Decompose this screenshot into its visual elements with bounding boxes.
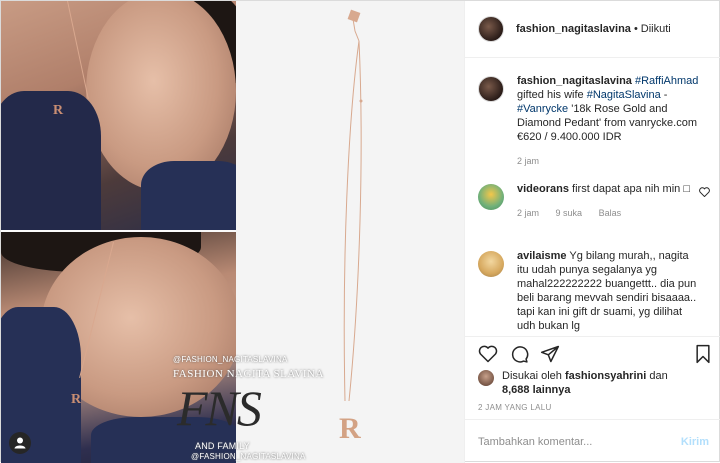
product-image: R xyxy=(236,1,464,463)
hashtag-link[interactable]: #NagitaSlavina xyxy=(587,89,661,101)
comment: avilaisme Yg bilang murah,, nagita itu u… xyxy=(478,249,710,333)
likes-and: dan xyxy=(649,370,668,382)
watermark-logo: FNS xyxy=(177,380,262,436)
bookmark-icon[interactable] xyxy=(693,344,713,364)
likes-summary: Disukai oleh fashionsyahrini dan 8,688 l… xyxy=(478,369,668,397)
post-timestamp[interactable]: 2 JAM YANG LALU xyxy=(478,403,552,412)
likes-prefix: Disukai oleh xyxy=(502,370,562,382)
heart-icon[interactable] xyxy=(699,187,710,200)
comment-username[interactable]: avilaisme xyxy=(517,250,567,262)
action-bar xyxy=(465,336,720,370)
comment-time: 2 jam xyxy=(517,208,540,218)
caption-sep: - xyxy=(663,89,668,101)
pendant-letter-small: R xyxy=(53,103,64,118)
caption-username[interactable]: fashion_nagitaslavina xyxy=(517,75,632,87)
comment-input[interactable] xyxy=(478,435,681,448)
send-button[interactable]: Kirim xyxy=(681,436,709,448)
hashtag-link[interactable]: #Vanrycke xyxy=(517,103,568,115)
pendant-letter: R xyxy=(339,412,361,445)
caption: fashion_nagitaslavina #RaffiAhmad gifted… xyxy=(478,74,710,168)
avatar[interactable] xyxy=(478,251,504,277)
comment-username[interactable]: videorans xyxy=(517,183,569,195)
user-tag-icon[interactable] xyxy=(9,432,31,454)
separator: • xyxy=(633,23,638,35)
necklace-graphic xyxy=(343,9,363,402)
caption-time: 2 jam xyxy=(517,156,540,166)
watermark-handle-top: @FASHION_NAGITASLAVINA xyxy=(173,355,288,364)
caption-text: gifted his wife xyxy=(517,89,584,101)
liker-username[interactable]: fashionsyahrini xyxy=(565,370,646,382)
comment-composer: Kirim xyxy=(465,419,720,463)
post-photo[interactable]: R R R @FASHION_NAGITASLAVINA FASHION NAG… xyxy=(1,1,464,463)
reply-button[interactable]: Balas xyxy=(599,208,622,218)
follow-status-button[interactable]: Diikuti xyxy=(641,23,671,35)
post-sidebar: fashion_nagitaslavina • Diikuti fashion_… xyxy=(464,1,720,463)
selfie-top: R xyxy=(1,1,236,230)
comment-text: first dapat apa nih min □ xyxy=(572,183,690,195)
share-icon[interactable] xyxy=(540,344,560,364)
comment-likes[interactable]: 9 suka xyxy=(556,208,583,218)
avatar[interactable] xyxy=(478,16,504,42)
owner-username[interactable]: fashion_nagitaslavina xyxy=(516,23,631,35)
hashtag-link[interactable]: #RaffiAhmad xyxy=(635,75,698,87)
avatar[interactable] xyxy=(478,184,504,210)
avatar[interactable] xyxy=(478,76,504,102)
watermark-handle-bottom: @FASHION_NAGITASLAVINA xyxy=(191,452,306,461)
comment-icon[interactable] xyxy=(509,344,529,364)
heart-icon[interactable] xyxy=(478,344,498,364)
avatar[interactable] xyxy=(478,370,494,386)
comment-text: Yg bilang murah,, nagita itu udah punya … xyxy=(517,250,697,332)
instagram-post: R R R @FASHION_NAGITASLAVINA FASHION NAG… xyxy=(0,0,720,463)
likes-count[interactable]: 8,688 lainnya xyxy=(502,384,571,396)
post-header: fashion_nagitaslavina • Diikuti xyxy=(465,1,720,58)
watermark-sub: AND FAMILY xyxy=(195,441,250,451)
comments-list[interactable]: fashion_nagitaslavina #RaffiAhmad gifted… xyxy=(465,59,720,336)
comment: videorans first dapat apa nih min □ 2 ja… xyxy=(478,182,710,220)
